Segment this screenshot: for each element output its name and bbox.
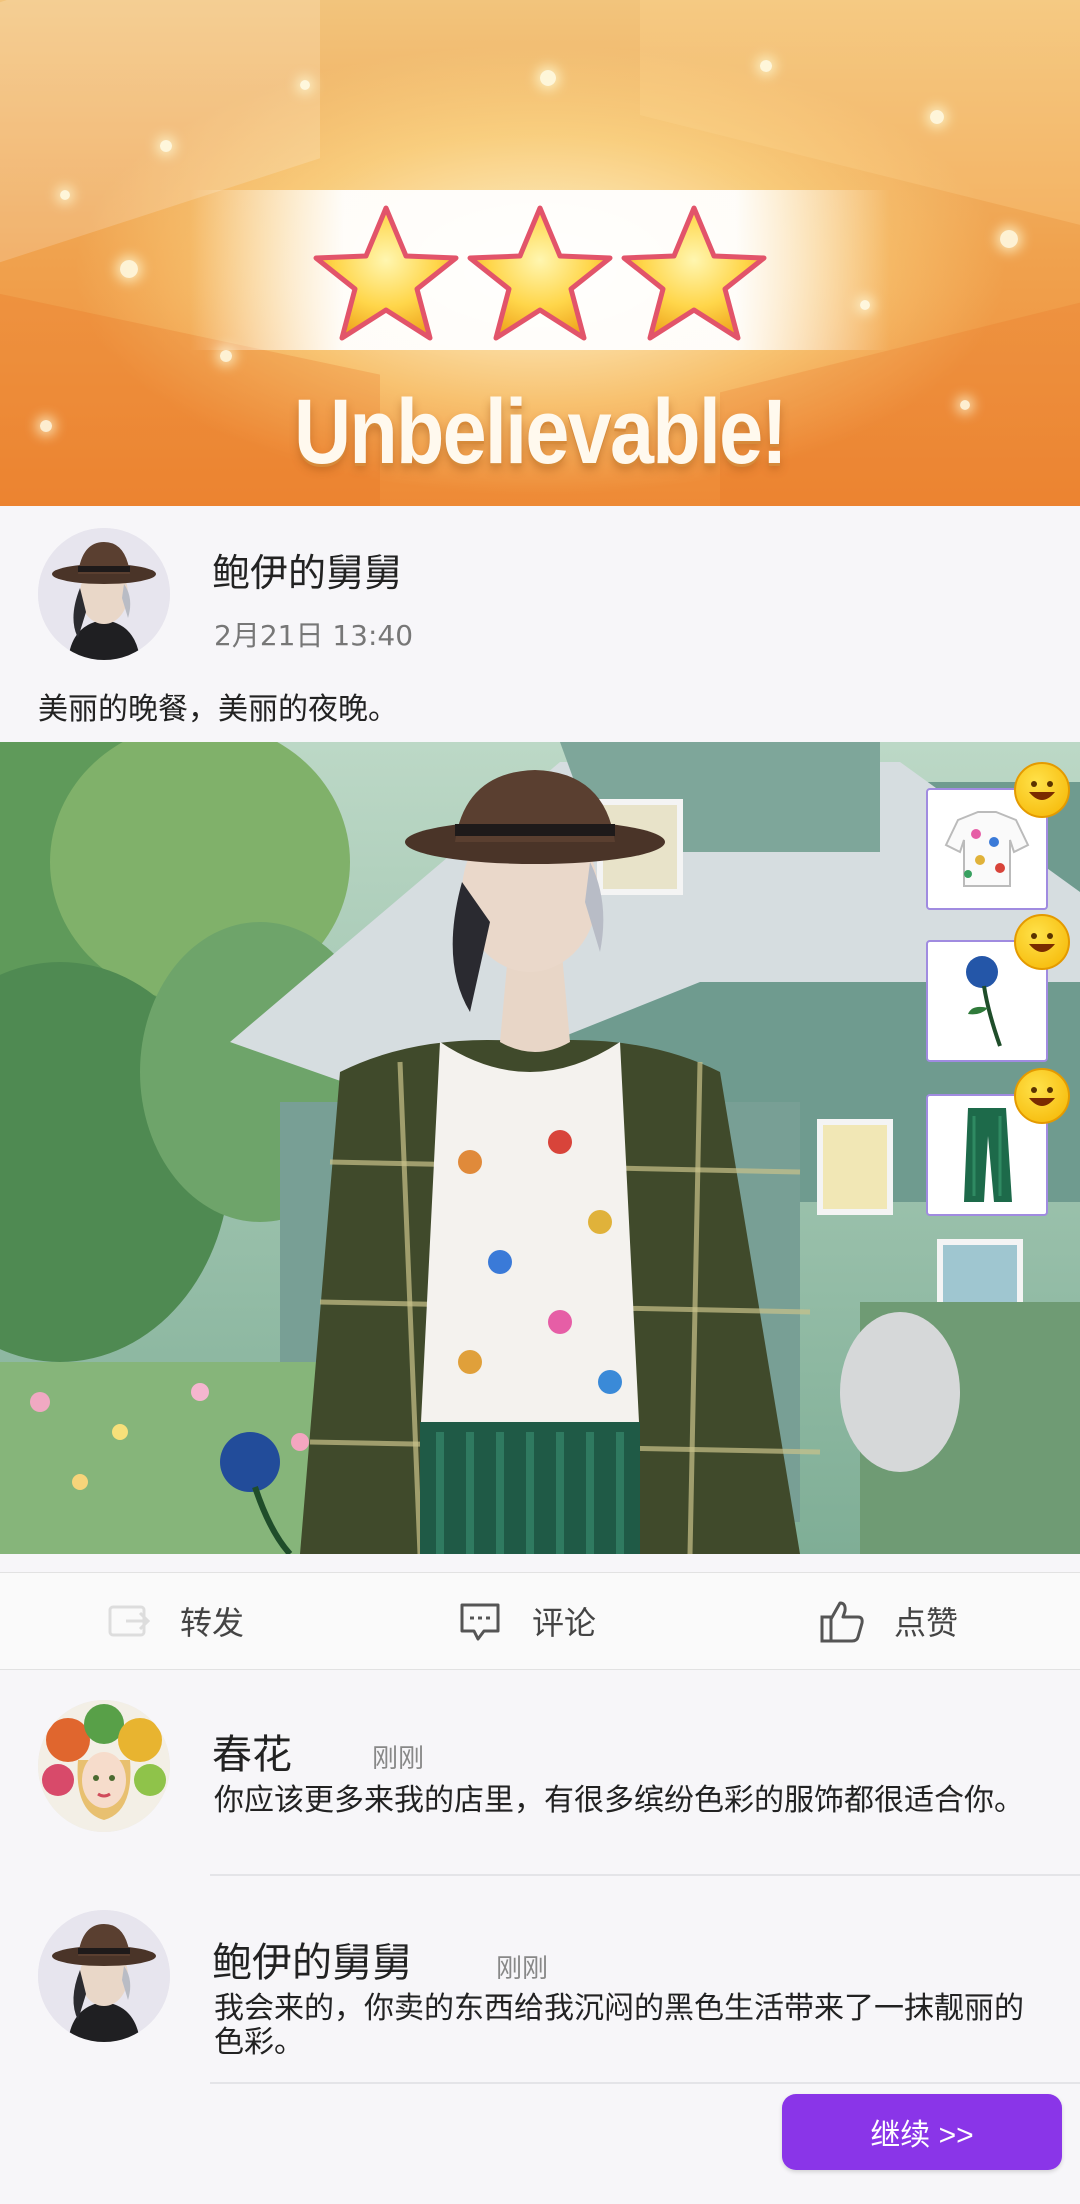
comment-text: 你应该更多来我的店里，有很多缤纷色彩的服饰都很适合你。: [214, 1783, 1024, 1818]
commenter-avatar[interactable]: [38, 1700, 170, 1832]
comment-divider: [210, 2082, 1080, 2084]
star-icon: [467, 205, 613, 341]
comment-icon: [460, 1603, 500, 1641]
comment-author[interactable]: 春花: [212, 1722, 292, 1780]
post-action-bar: 转发 评论 点赞: [0, 1572, 1080, 1670]
star-icon: [313, 205, 459, 341]
author-avatar[interactable]: [38, 528, 170, 660]
thumbs-up-icon: [820, 1601, 864, 1643]
grinning-emoji-icon: [1014, 914, 1070, 970]
post-text: 美丽的晚餐，美丽的夜晚。: [38, 692, 398, 727]
result-headline: Unbelievable!: [293, 381, 788, 483]
comment-time: 刚刚: [372, 1744, 425, 1774]
share-label: 转发: [180, 1604, 245, 1642]
grinning-emoji-icon: [1014, 1068, 1070, 1124]
like-button[interactable]: 点赞: [818, 1573, 958, 1669]
comment-author[interactable]: 鲍伊的舅舅: [212, 1930, 412, 1988]
comment-time: 刚刚: [496, 1954, 549, 1984]
author-name[interactable]: 鲍伊的舅舅: [212, 542, 402, 597]
star-rating: [308, 200, 778, 360]
comment-divider: [210, 1874, 1080, 1876]
commenter-avatar[interactable]: [38, 1910, 170, 2042]
outfit-scene-image: [0, 742, 1080, 1554]
like-label: 点赞: [894, 1604, 959, 1642]
share-icon: [108, 1605, 151, 1637]
star-icon: [621, 205, 767, 341]
post-time: 2月21日 13:40: [214, 619, 414, 652]
continue-button[interactable]: 继续 >>: [782, 2094, 1062, 2170]
comment-label: 评论: [532, 1604, 597, 1642]
share-button[interactable]: 转发: [104, 1573, 244, 1669]
comment-button[interactable]: 评论: [456, 1573, 596, 1669]
result-banner: Unbelievable!: [0, 0, 1080, 506]
grinning-emoji-icon: [1014, 762, 1070, 818]
comment-text: 我会来的，你卖的东西给我沉闷的黑色生活带来了一抹靓丽的色彩。: [214, 1991, 1024, 2060]
